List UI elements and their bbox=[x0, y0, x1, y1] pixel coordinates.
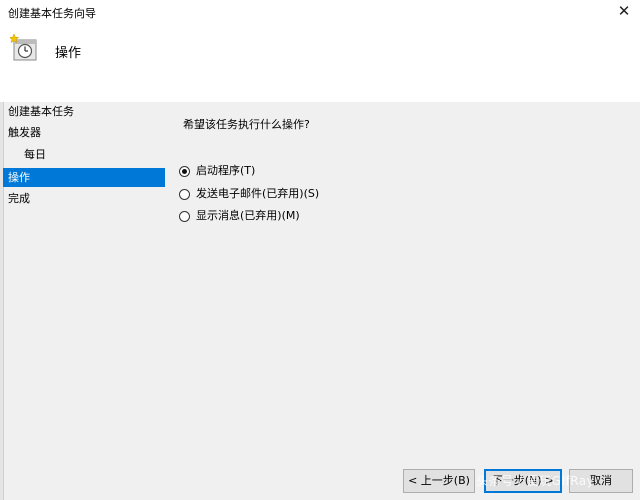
action-prompt: 希望该任务执行什么操作? bbox=[183, 118, 310, 131]
nav-step-create-task[interactable]: 创建基本任务 bbox=[3, 102, 165, 121]
radio-send-email[interactable] bbox=[179, 188, 190, 200]
option-label: 显示消息(已弃用)(M) bbox=[196, 209, 300, 222]
back-button[interactable]: < 上一步(B) bbox=[403, 469, 475, 493]
title-bar: 创建基本任务向导 ✕ bbox=[0, 0, 640, 26]
option-show-message[interactable]: 显示消息(已弃用)(M) bbox=[179, 207, 300, 225]
option-label: 启动程序(T) bbox=[196, 164, 256, 177]
page-heading: 操作 bbox=[55, 46, 82, 61]
next-button[interactable]: 下一步(N) > bbox=[484, 469, 562, 493]
close-icon[interactable]: ✕ bbox=[608, 0, 640, 24]
wizard-header: 操作 bbox=[0, 26, 640, 102]
radio-show-message[interactable] bbox=[179, 210, 190, 222]
nav-step-finish[interactable]: 完成 bbox=[3, 189, 165, 208]
nav-step-action[interactable]: 操作 bbox=[3, 168, 165, 187]
option-label: 发送电子邮件(已弃用)(S) bbox=[196, 187, 320, 200]
nav-step-daily[interactable]: 每日 bbox=[3, 145, 165, 164]
nav-step-trigger[interactable]: 触发器 bbox=[3, 123, 165, 142]
task-clock-icon bbox=[10, 34, 37, 61]
cancel-button[interactable]: 取消 bbox=[569, 469, 633, 493]
option-start-program[interactable]: 启动程序(T) bbox=[179, 162, 255, 180]
radio-start-program[interactable] bbox=[179, 165, 190, 177]
option-send-email[interactable]: 发送电子邮件(已弃用)(S) bbox=[179, 185, 319, 203]
window-title: 创建基本任务向导 bbox=[8, 7, 96, 20]
